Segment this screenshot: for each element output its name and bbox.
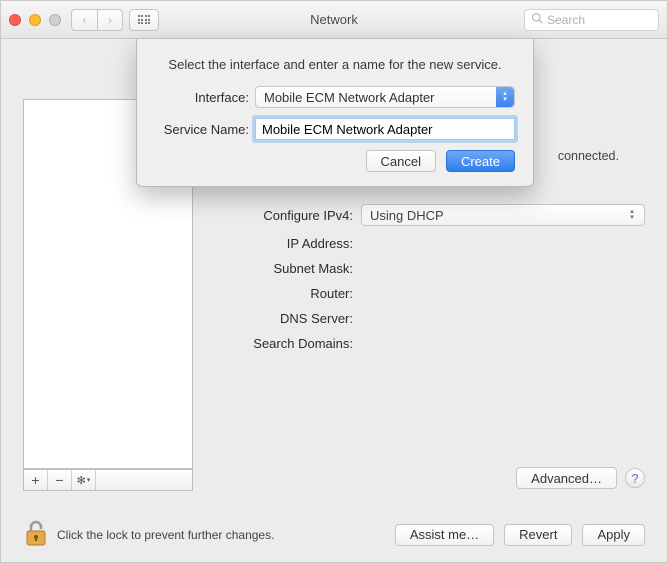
titlebar: ‹ › Network Search: [1, 1, 667, 39]
create-button[interactable]: Create: [446, 150, 515, 172]
new-service-sheet: Select the interface and enter a name fo…: [136, 39, 534, 187]
ip-address-label: IP Address:: [206, 236, 361, 251]
updown-icon: ▴▾: [496, 87, 514, 107]
lock-text: Click the lock to prevent further change…: [57, 528, 274, 542]
service-name-value: Mobile ECM Network Adapter: [262, 122, 433, 137]
search-domains-label: Search Domains:: [206, 336, 361, 351]
updown-icon: ▴▾: [624, 207, 640, 223]
sheet-title: Select the interface and enter a name fo…: [155, 57, 515, 72]
cancel-button[interactable]: Cancel: [366, 150, 436, 172]
minimize-icon[interactable]: [29, 14, 41, 26]
chevron-right-icon: ›: [108, 13, 112, 27]
zoom-icon[interactable]: [49, 14, 61, 26]
gear-icon: ✻: [77, 474, 86, 487]
add-service-button[interactable]: +: [24, 470, 48, 490]
status-connected-text: connected.: [558, 149, 619, 163]
lock-bar: Click the lock to prevent further change…: [23, 519, 645, 550]
chevron-down-icon: ▾: [87, 476, 91, 484]
network-preferences-window: ‹ › Network Search connected. + −: [0, 0, 668, 563]
close-icon[interactable]: [9, 14, 21, 26]
search-placeholder: Search: [547, 13, 585, 27]
assist-me-button[interactable]: Assist me…: [395, 524, 494, 546]
revert-button[interactable]: Revert: [504, 524, 572, 546]
router-label: Router:: [206, 286, 361, 301]
sidebar-footer: + − ✻▾: [23, 469, 193, 491]
configure-ipv4-value: Using DHCP: [370, 208, 444, 223]
chevron-left-icon: ‹: [83, 13, 87, 27]
service-name-label: Service Name:: [155, 122, 255, 137]
interface-label: Interface:: [155, 90, 255, 105]
nav-buttons: ‹ ›: [71, 9, 123, 31]
service-name-input[interactable]: Mobile ECM Network Adapter: [255, 118, 515, 140]
help-button[interactable]: ?: [625, 468, 645, 488]
forward-button[interactable]: ›: [97, 9, 123, 31]
lock-icon[interactable]: [23, 519, 49, 550]
interface-value: Mobile ECM Network Adapter: [264, 90, 435, 105]
search-input[interactable]: Search: [524, 9, 659, 31]
configure-ipv4-label: Configure IPv4:: [206, 208, 361, 223]
advanced-button[interactable]: Advanced…: [516, 467, 617, 489]
back-button[interactable]: ‹: [71, 9, 97, 31]
help-icon: ?: [631, 471, 638, 486]
show-all-button[interactable]: [129, 9, 159, 31]
configure-ipv4-select[interactable]: Using DHCP ▴▾: [361, 204, 645, 226]
apply-button[interactable]: Apply: [582, 524, 645, 546]
dns-server-label: DNS Server:: [206, 311, 361, 326]
interface-select[interactable]: Mobile ECM Network Adapter ▴▾: [255, 86, 515, 108]
search-icon: [531, 12, 543, 27]
subnet-mask-label: Subnet Mask:: [206, 261, 361, 276]
grid-icon: [138, 15, 151, 24]
remove-service-button[interactable]: −: [48, 470, 72, 490]
window-controls: [9, 14, 61, 26]
service-actions-button[interactable]: ✻▾: [72, 470, 96, 490]
